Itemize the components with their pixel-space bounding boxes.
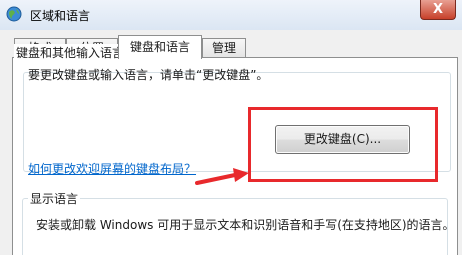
keyboard-group-title: 键盘和其他输入语言 xyxy=(14,44,127,61)
tab-administrative[interactable]: 管理 xyxy=(202,38,246,58)
window-title: 区域和语言 xyxy=(30,9,91,23)
display-language-description: 安装或卸载 Windows 可用于显示文本和识别语音和手写(在支持地区)的语言。 xyxy=(36,218,455,232)
title-bar: 区域和语言 X xyxy=(0,0,462,30)
keyboard-group-box xyxy=(23,72,451,172)
close-button[interactable]: X xyxy=(420,0,456,20)
keyboard-group-description: 要更改键盘或输入语言，请单击“更改键盘”。 xyxy=(28,68,269,82)
change-keyboards-button[interactable]: 更改键盘(C)... xyxy=(275,125,410,154)
globe-icon xyxy=(6,6,22,22)
pointer-arrow-icon xyxy=(195,168,249,185)
tab-keyboard-language[interactable]: 键盘和语言 xyxy=(118,35,202,59)
display-language-title: 显示语言 xyxy=(28,190,81,207)
welcome-screen-keyboard-link[interactable]: 如何更改欢迎屏幕的键盘布局？ xyxy=(28,160,196,177)
